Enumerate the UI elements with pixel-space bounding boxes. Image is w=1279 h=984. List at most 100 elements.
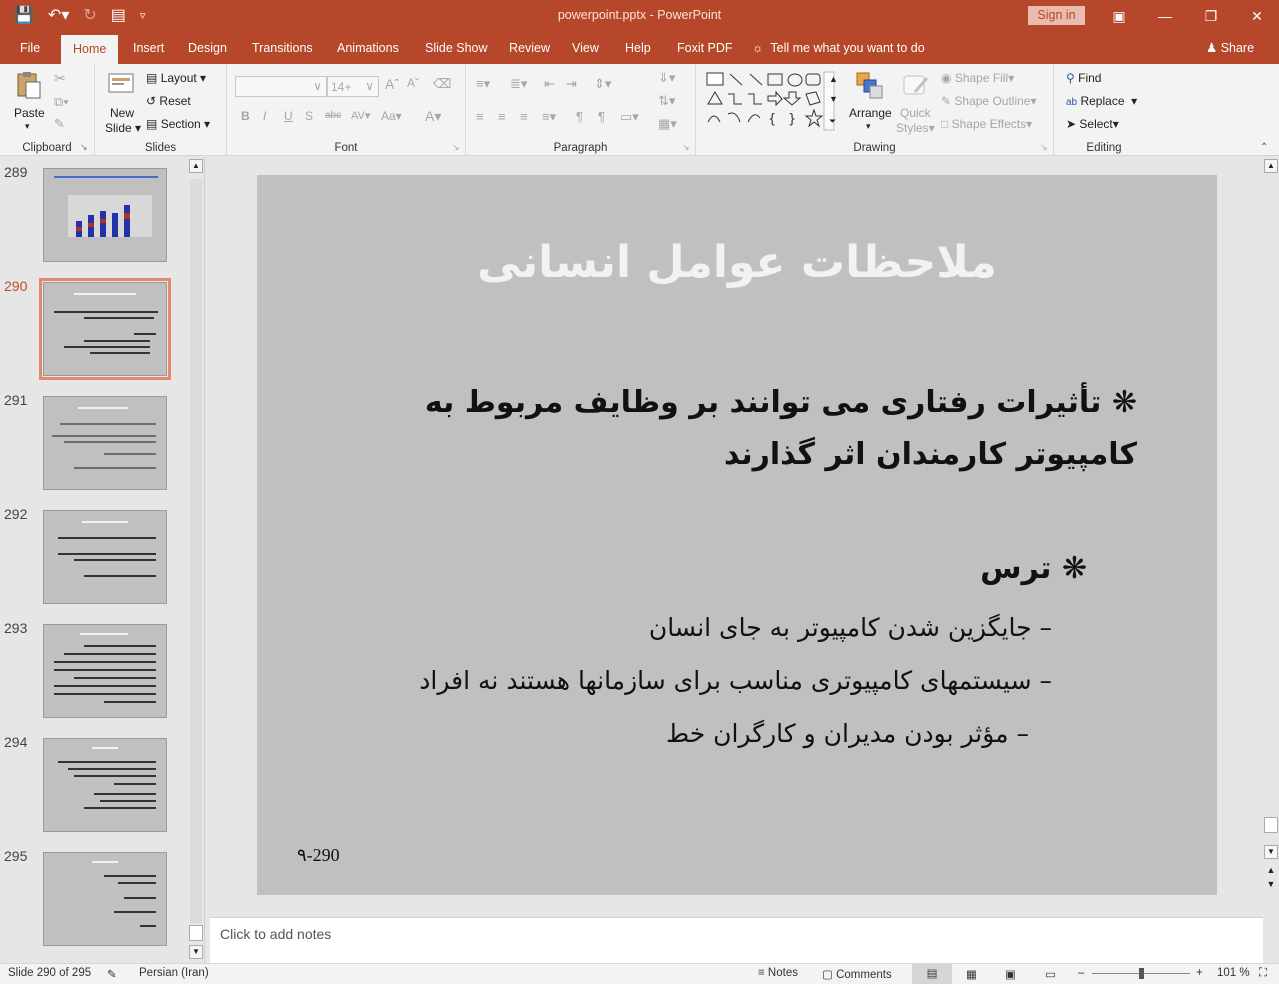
slide-show-icon[interactable]: ▭	[1045, 967, 1056, 981]
tab-animations[interactable]: Animations	[337, 33, 399, 64]
language-indicator[interactable]: Persian (Iran)	[139, 967, 209, 979]
notes-pane[interactable]: Click to add notes	[210, 917, 1263, 963]
underline-icon[interactable]: U	[284, 109, 293, 123]
reset-button[interactable]: ↺ Reset	[146, 94, 191, 108]
next-slide-icon[interactable]: ▼	[1264, 879, 1278, 893]
tab-insert[interactable]: Insert	[133, 33, 164, 64]
slide-thumbnail-289[interactable]	[43, 168, 167, 262]
select-button[interactable]: ➤ Select▾	[1066, 117, 1119, 131]
slide-thumbnail-292[interactable]	[43, 510, 167, 604]
slide-scroll-thumb[interactable]	[1264, 817, 1278, 833]
paste-dropdown-icon[interactable]: ▾	[25, 121, 30, 132]
shape-outline-button[interactable]: ✎ Shape Outline▾	[941, 94, 1037, 108]
slide-thumbnail-290[interactable]	[39, 278, 171, 380]
arrange-dropdown-icon[interactable]: ▾	[866, 121, 871, 132]
tab-view[interactable]: View	[572, 33, 599, 64]
tab-foxit-pdf[interactable]: Foxit PDF	[677, 33, 733, 64]
current-slide[interactable]: ملاحظات عوامل انسانی ❋ تأثیرات رفتاری می…	[257, 175, 1217, 895]
shape-effects-button[interactable]: □ Shape Effects▾	[941, 117, 1032, 131]
slide-thumbnail-291[interactable]	[43, 396, 167, 490]
increase-font-icon[interactable]: Aˆ	[385, 76, 399, 92]
scroll-down-icon[interactable]: ▼	[189, 945, 203, 959]
arrange-icon[interactable]	[854, 70, 884, 100]
fit-to-window-icon[interactable]: ⛶	[1259, 967, 1267, 980]
drawing-launcher-icon[interactable]: ↘	[1040, 142, 1048, 153]
arrange-button[interactable]: Arrange	[849, 106, 892, 120]
collapse-ribbon-icon[interactable]: ⌃	[1260, 142, 1268, 153]
find-button[interactable]: ⚲ Find	[1066, 71, 1101, 85]
slide-scrollbar[interactable]: ▲ ▼ ▲ ▼	[1264, 157, 1278, 913]
quick-styles-icon[interactable]	[901, 70, 931, 100]
strikethrough-icon[interactable]: abc	[325, 110, 341, 121]
shape-fill-button[interactable]: ◉ Shape Fill▾	[941, 71, 1014, 85]
tab-file[interactable]: File	[20, 33, 40, 64]
slide-sub-bullet-2[interactable]: – سیستمهای کامپیوتری مناسب برای سازمانها…	[317, 666, 1052, 695]
text-direction-icon[interactable]: ⇓▾	[658, 70, 675, 86]
scroll-track[interactable]	[190, 179, 202, 923]
zoom-level[interactable]: 101 %	[1217, 967, 1250, 979]
tab-help[interactable]: Help	[625, 33, 651, 64]
tab-home[interactable]: Home	[61, 35, 119, 64]
shapes-gallery[interactable]: { }	[704, 70, 836, 132]
slide-thumbnail-panel[interactable]: 289 290 291 292 293 294 295 ▲ ▼	[0, 157, 205, 963]
character-spacing-icon[interactable]: AV▾	[351, 109, 370, 122]
ltr-icon[interactable]: ¶	[576, 109, 583, 124]
clear-formatting-icon[interactable]: ⌫	[433, 76, 451, 92]
slide-thumbnail-295[interactable]	[43, 852, 167, 946]
ribbon-display-options-icon[interactable]: ▣	[1104, 4, 1134, 28]
minimize-button[interactable]: —	[1150, 4, 1180, 28]
paste-button[interactable]: Paste	[14, 106, 45, 120]
increase-indent-icon[interactable]: ⇥	[566, 76, 577, 92]
line-spacing-icon[interactable]: ⇕▾	[594, 76, 611, 92]
previous-slide-icon[interactable]: ▲	[1264, 865, 1278, 879]
align-left-icon[interactable]: ≡	[476, 109, 484, 124]
slide-title[interactable]: ملاحظات عوامل انسانی	[257, 237, 1217, 288]
slide-scroll-down-icon[interactable]: ▼	[1264, 845, 1278, 859]
scroll-thumb[interactable]	[189, 925, 203, 941]
normal-view-icon[interactable]: ▤	[912, 964, 952, 984]
comments-toggle-button[interactable]: ▢ Comments	[822, 967, 892, 981]
columns-icon[interactable]: ▭▾	[620, 109, 639, 125]
font-launcher-icon[interactable]: ↘	[452, 142, 460, 153]
notes-placeholder[interactable]: Click to add notes	[220, 926, 331, 942]
sign-in-button[interactable]: Sign in	[1028, 6, 1085, 25]
replace-button[interactable]: ab Replace ▾	[1066, 94, 1137, 108]
font-name-combo[interactable]: ∨	[235, 76, 327, 97]
slide-scroll-up-icon[interactable]: ▲	[1264, 159, 1278, 173]
zoom-out-icon[interactable]: –	[1078, 967, 1084, 979]
tab-slide-show[interactable]: Slide Show	[425, 33, 488, 64]
tab-design[interactable]: Design	[188, 33, 227, 64]
shapes-scroll-down-icon[interactable]: ▼	[829, 94, 838, 104]
decrease-font-icon[interactable]: Aˇ	[407, 76, 419, 90]
font-size-combo[interactable]: 14+ ∨	[327, 76, 379, 97]
bullets-icon[interactable]: ≡▾	[476, 76, 490, 92]
quick-styles-button[interactable]: Styles▾	[896, 121, 935, 135]
change-case-icon[interactable]: Aa▾	[381, 109, 402, 123]
thumbnail-scrollbar[interactable]: ▲ ▼	[189, 157, 203, 963]
new-slide-button[interactable]: Slide ▾	[105, 121, 141, 135]
align-right-icon[interactable]: ≡	[520, 109, 528, 124]
quick-styles-label-1[interactable]: Quick	[900, 106, 931, 120]
format-painter-icon[interactable]: ✎	[54, 116, 65, 132]
share-button[interactable]: ♟ Share	[1206, 33, 1254, 64]
close-button[interactable]: ✕	[1242, 4, 1272, 28]
reading-view-icon[interactable]: ▣	[1005, 967, 1016, 981]
numbering-icon[interactable]: ≣▾	[510, 76, 527, 92]
smartart-icon[interactable]: ▦▾	[658, 116, 677, 132]
slide-thumbnail-294[interactable]	[43, 738, 167, 832]
shadow-icon[interactable]: S	[305, 109, 313, 123]
font-size-dropdown-icon[interactable]: ∨	[365, 79, 374, 93]
maximize-button[interactable]: ❐	[1196, 4, 1226, 28]
slide-sorter-icon[interactable]: ▦	[966, 967, 977, 981]
align-text-icon[interactable]: ⇅▾	[658, 93, 675, 109]
layout-button[interactable]: ▤ Layout ▾	[146, 71, 206, 85]
notes-toggle-button[interactable]: ≡ Notes	[758, 967, 798, 979]
copy-icon[interactable]: ⧉▾	[54, 94, 69, 110]
tell-me-search[interactable]: ☼ Tell me what you want to do	[752, 33, 925, 64]
zoom-in-icon[interactable]: +	[1196, 967, 1203, 979]
new-slide-label-1[interactable]: New	[110, 106, 134, 120]
slide-thumbnail-293[interactable]	[43, 624, 167, 718]
decrease-indent-icon[interactable]: ⇤	[544, 76, 555, 92]
zoom-slider-thumb[interactable]	[1139, 968, 1144, 979]
font-color-icon[interactable]: A▾	[425, 108, 441, 125]
